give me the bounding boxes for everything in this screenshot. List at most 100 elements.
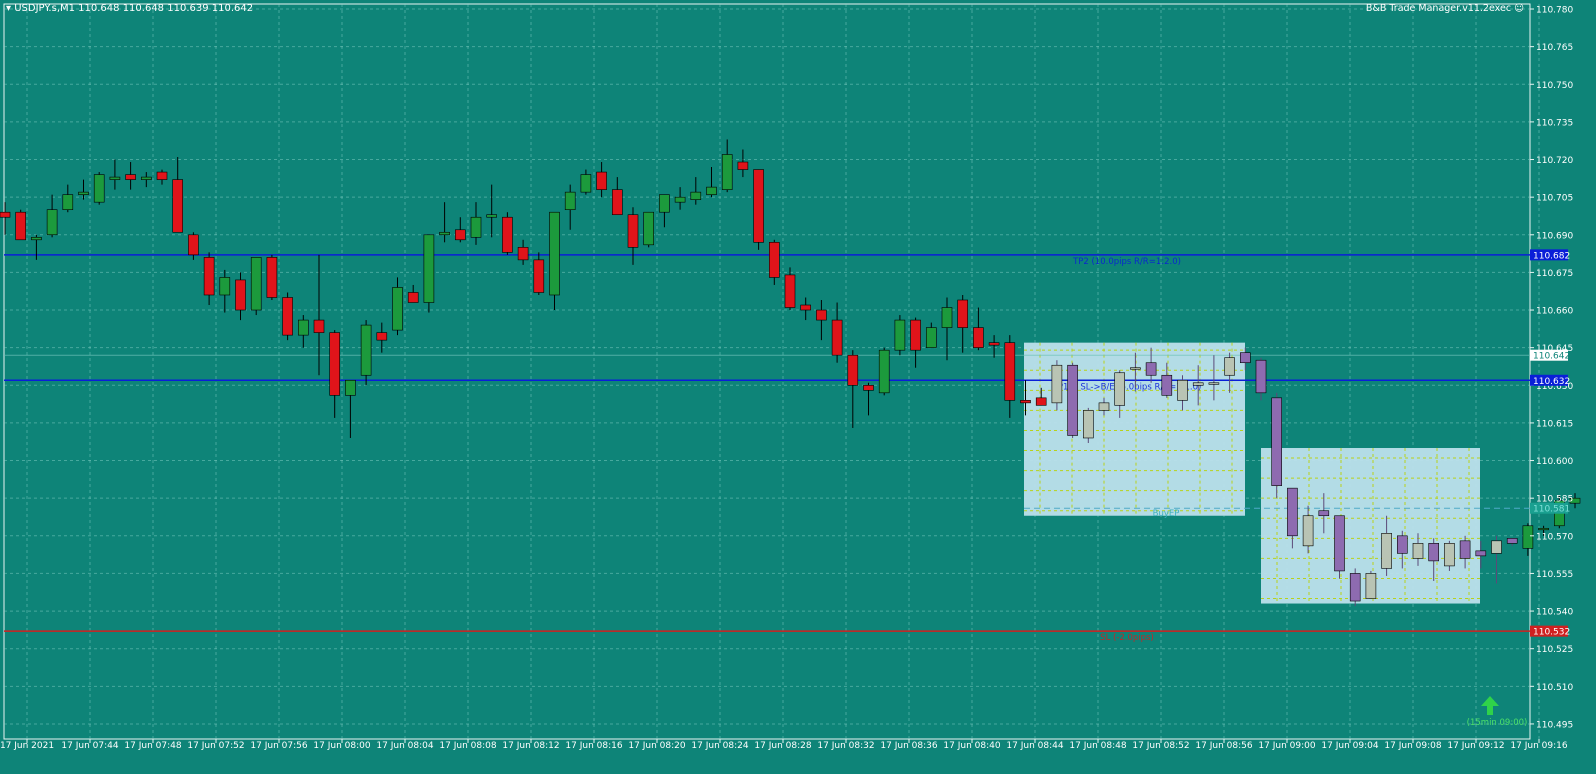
candle	[78, 191, 89, 195]
candle	[141, 176, 152, 180]
candle	[706, 186, 717, 195]
projection-candle	[1224, 357, 1235, 376]
y-tick-label: 110.660	[1536, 307, 1573, 317]
candle	[376, 332, 388, 341]
y-tick-label: 110.735	[1536, 118, 1573, 128]
candle	[753, 169, 764, 243]
candle	[816, 309, 827, 321]
candle	[768, 242, 780, 278]
plot-area	[3, 3, 1531, 740]
candle	[219, 277, 231, 296]
projection-candle	[1302, 515, 1314, 547]
y-tick-label: 110.705	[1536, 194, 1573, 204]
x-tick-label: 17 Jun 08:24	[691, 741, 748, 751]
projection-candle	[1161, 374, 1173, 396]
candle	[627, 214, 639, 248]
candle	[62, 194, 74, 210]
y-axis: 110.780 110.765 110.750 110.735 110.720 110.7…	[1530, 6, 1573, 730]
candle	[863, 384, 874, 391]
projection-candle	[1271, 397, 1282, 486]
symbol-ohlc-text: USDJPY.s,M1 110.648 110.648 110.639 110.…	[14, 3, 254, 14]
y-tick-label: 110.495	[1536, 720, 1573, 730]
candle	[643, 211, 655, 246]
candle	[15, 211, 26, 241]
candle	[564, 191, 576, 210]
y-tick-label: 110.720	[1536, 156, 1573, 166]
candle	[313, 319, 325, 333]
x-tick-label: 17 Jun 08:08	[439, 741, 496, 751]
y-tick-label: 110.690	[1536, 231, 1573, 241]
projection-candle	[1475, 550, 1487, 557]
projection-candle	[1240, 352, 1251, 364]
projection-candle	[1067, 364, 1078, 436]
projection-candle	[1491, 540, 1502, 554]
candle	[941, 307, 953, 328]
candle	[93, 174, 105, 203]
candle	[988, 342, 1000, 346]
symbol-menu-icon[interactable]: ▾	[6, 3, 11, 14]
projection-candle	[1459, 540, 1471, 559]
projection-candle	[1349, 573, 1361, 602]
candle	[1035, 397, 1047, 406]
projection-candle	[1051, 364, 1063, 404]
x-tick-label: 17 Jun 08:12	[502, 741, 559, 751]
x-tick-label: 17 Jun 07:52	[187, 741, 244, 751]
chart[interactable]: TP2 (10.0pips R/R=1:2.0) TP1 & SL->B/E (5…	[0, 0, 1596, 770]
candle	[659, 194, 670, 213]
x-tick-label: 17 Jun 08:52	[1132, 741, 1189, 751]
candle	[109, 176, 121, 180]
entry-tag-text: 110.581	[1533, 505, 1570, 515]
candle	[439, 231, 450, 236]
projection-candle	[1381, 533, 1392, 569]
projection-candle	[1506, 538, 1518, 544]
candle	[721, 154, 733, 190]
projection-candle	[1334, 515, 1345, 572]
candle	[847, 354, 859, 386]
y-tick-label: 110.570	[1536, 532, 1573, 542]
ea-name: B&B Trade Manager.v11.2exec	[1365, 3, 1512, 14]
projection-candle	[1177, 379, 1188, 401]
projection-candle	[1083, 410, 1094, 439]
candle	[800, 304, 812, 311]
projection-candle	[1397, 535, 1408, 554]
candle	[266, 257, 278, 298]
projection-candle	[1255, 359, 1267, 394]
x-tick-label: 17 Jun 08:48	[1069, 741, 1126, 751]
candle	[925, 327, 937, 348]
candle	[360, 324, 372, 376]
candle	[407, 292, 419, 303]
candle	[250, 257, 262, 311]
smiley-icon: ☺	[1514, 3, 1524, 14]
candlestick-chart[interactable]: TP2 (10.0pips R/R=1:2.0)TP1 & SL->B/E (5…	[0, 0, 1596, 770]
candle	[329, 332, 341, 396]
candle	[31, 236, 42, 241]
x-tick-label: 17 Jun 08:04	[376, 741, 433, 751]
x-tick-label: 17 Jun 08:36	[880, 741, 937, 751]
x-tick-label: 17 Jun 09:08	[1384, 741, 1441, 751]
current-price-tag-text: 110.642	[1533, 352, 1570, 362]
candle	[1538, 527, 1549, 531]
x-tick-label: 17 Jun 07:56	[250, 741, 307, 751]
x-tick-label: 17 Jun 07:44	[61, 741, 118, 751]
x-tick-label: 17 Jun 08:40	[943, 741, 1000, 751]
candle	[345, 379, 356, 396]
candle	[392, 287, 403, 331]
y-tick-label: 110.615	[1536, 419, 1573, 429]
candle	[878, 349, 890, 394]
candle	[423, 234, 435, 303]
projection-candle	[1114, 372, 1125, 406]
chart-header: ▾ USDJPY.s,M1 110.648 110.648 110.639 11…	[6, 3, 253, 14]
candle	[596, 171, 607, 190]
candle	[674, 196, 686, 203]
y-tick-label: 110.525	[1536, 645, 1573, 655]
projection-candle	[1365, 573, 1377, 599]
candle	[172, 179, 183, 233]
candle	[1004, 342, 1016, 401]
level-tag-text: 110.532	[1533, 628, 1570, 638]
x-tick-label: 17 Jun 08:00	[313, 741, 370, 751]
x-tick-label: 17 Jun 09:16	[1510, 741, 1567, 751]
candle	[486, 214, 498, 218]
candle	[125, 174, 136, 180]
candle	[297, 319, 309, 336]
candle	[188, 234, 199, 256]
